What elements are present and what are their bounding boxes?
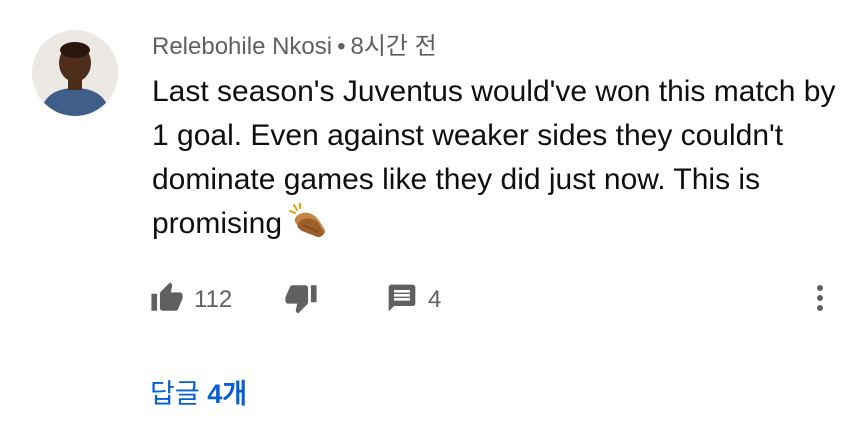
- author-name[interactable]: Relebohile Nkosi: [152, 33, 332, 60]
- dislike-button[interactable]: [284, 280, 318, 320]
- replies-label: 답글: [150, 379, 200, 409]
- like-count: 112: [194, 286, 233, 313]
- replies-count: 4개: [207, 379, 248, 409]
- comment-actions: 112 4: [150, 280, 840, 320]
- more-options-button[interactable]: [805, 280, 835, 320]
- separator-dot: •: [337, 33, 346, 60]
- more-vertical-icon: [805, 281, 835, 320]
- reply-button[interactable]: 4: [386, 280, 441, 320]
- clapping-hands-icon: [288, 202, 328, 239]
- comment-header: Relebohile Nkosi • 8시간 전: [152, 32, 437, 62]
- view-replies-link[interactable]: 답글 4개: [150, 374, 247, 414]
- comment-body: Last season's Juventus would've won this…: [152, 70, 842, 246]
- thumbs-up-icon: [150, 281, 184, 320]
- thumbs-down-icon: [284, 281, 318, 320]
- reply-count: 4: [428, 286, 442, 313]
- comment-time: 8시간 전: [350, 33, 437, 60]
- like-button[interactable]: 112: [150, 280, 232, 320]
- comment-text: Last season's Juventus would've won this…: [152, 75, 836, 240]
- avatar[interactable]: [32, 30, 118, 116]
- comment-icon: [386, 282, 418, 319]
- avatar-image: [32, 30, 118, 116]
